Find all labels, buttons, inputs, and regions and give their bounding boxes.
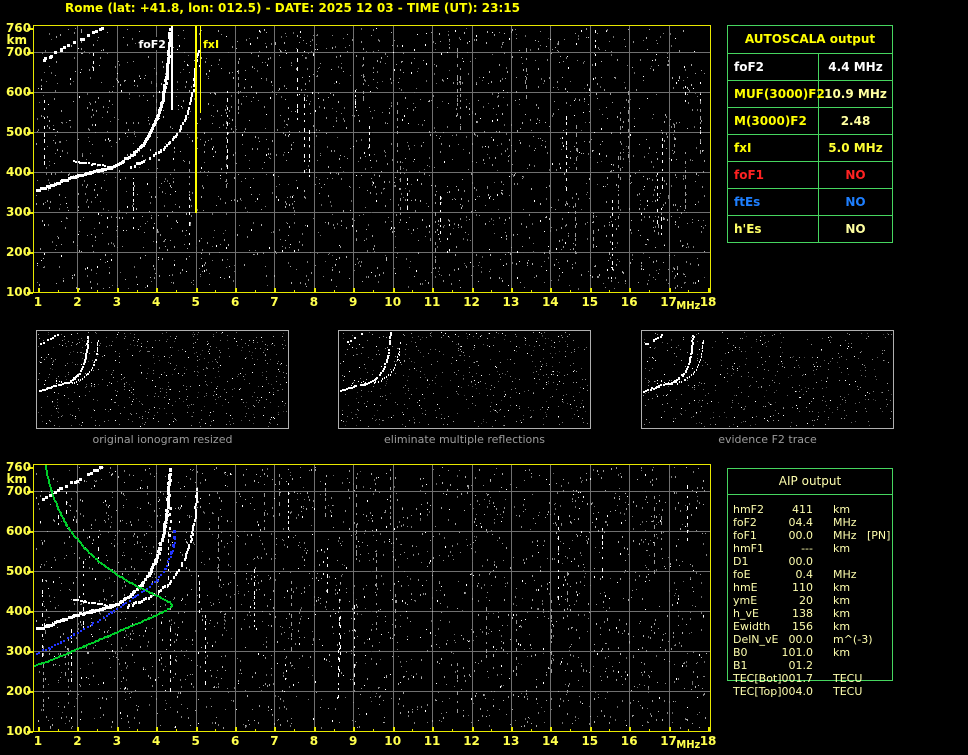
aip-name: ymE xyxy=(733,594,757,607)
thumbnail-caption-evidence: evidence F2 trace xyxy=(641,433,894,446)
aip-row-fof1: 00.0foF1MHz[PN] xyxy=(727,529,891,542)
aip-name: TEC[Top] xyxy=(733,685,782,698)
aip-unit: TECU xyxy=(833,685,862,698)
aip-name: h_vE xyxy=(733,607,759,620)
autoscala-row-m3000f2: M(3000)F2 2.48 xyxy=(728,108,892,135)
aip-row-d1: 00.0D1 xyxy=(727,555,891,568)
aip-row-b1: 01.2B1 xyxy=(727,659,891,672)
autoscala-value: NO xyxy=(819,189,892,215)
autoscala-row-hes: h'Es NO xyxy=(728,216,892,242)
thumbnail-evidence-f2-trace xyxy=(641,330,894,429)
aip-name: foE xyxy=(733,568,751,581)
aip-row-hme: 110hmEkm xyxy=(727,581,891,594)
aip-name: Ewidth xyxy=(733,620,770,633)
autoscala-row-muf3000f2: MUF(3000)F2 10.9 MHz xyxy=(728,81,892,108)
aip-row-tec-bot-: 001.7TEC[Bot]TECU xyxy=(727,672,891,685)
aip-name: hmF2 xyxy=(733,503,764,516)
aip-name: DelN_vE xyxy=(733,633,778,646)
autoscala-row-fxi: fxI 5.0 MHz xyxy=(728,135,892,162)
aip-name: B1 xyxy=(733,659,748,672)
aip-row-hmf2: 411hmF2km xyxy=(727,503,891,516)
scaled-ionogram-plot xyxy=(0,16,722,314)
autoscala-value: 5.0 MHz xyxy=(819,135,892,161)
autoscala-label: h'Es xyxy=(728,216,819,242)
autoscala-label: foF1 xyxy=(728,162,819,188)
autoscala-label: M(3000)F2 xyxy=(728,108,819,134)
thumbnail-caption-eliminate: eliminate multiple reflections xyxy=(338,433,591,446)
aip-unit: MHz xyxy=(833,516,857,529)
aip-name: B0 xyxy=(733,646,748,659)
thumbnail-original-ionogram xyxy=(36,330,289,429)
aip-name: foF1 xyxy=(733,529,757,542)
autoscala-value: 4.4 MHz xyxy=(819,54,892,80)
autoscala-label: foF2 xyxy=(728,54,819,80)
aip-row-deln-ve: 00.0DelN_vEm^(-3) xyxy=(727,633,891,646)
aip-table-header: AIP output xyxy=(728,469,892,495)
aip-unit: km xyxy=(833,594,850,607)
station-date-title: Rome (lat: +41.8, lon: 012.5) - DATE: 20… xyxy=(0,1,585,15)
aip-name: hmE xyxy=(733,581,758,594)
aip-row-ewidth: 156Ewidthkm xyxy=(727,620,891,633)
autoscala-row-ftes: ftEs NO xyxy=(728,189,892,216)
aip-unit: km xyxy=(833,607,850,620)
aip-note: [PN] xyxy=(867,529,890,542)
autoscala-row-fof2: foF2 4.4 MHz xyxy=(728,54,892,81)
autoscala-output-table: AUTOSCALA output foF2 4.4 MHz MUF(3000)F… xyxy=(727,25,893,243)
autoscala-value: 2.48 xyxy=(819,108,892,134)
thumbnail-caption-original: original ionogram resized xyxy=(36,433,289,446)
autoscala-label: MUF(3000)F2 xyxy=(728,81,819,107)
aip-row-h-ve: 138h_vEkm xyxy=(727,607,891,620)
aip-unit: MHz xyxy=(833,529,857,542)
aip-row-yme: 20ymEkm xyxy=(727,594,891,607)
profile-ionogram-plot xyxy=(0,454,722,754)
aip-unit: MHz xyxy=(833,568,857,581)
thumbnail-eliminate-reflections xyxy=(338,330,591,429)
autoscala-label: ftEs xyxy=(728,189,819,215)
aip-name: hmF1 xyxy=(733,542,764,555)
aip-table-rows: 411hmF2km04.4foF2MHz00.0foF1MHz[PN]---hm… xyxy=(727,503,891,698)
aip-row-foe: 0.4foEMHz xyxy=(727,568,891,581)
aip-row-hmf1: ---hmF1km xyxy=(727,542,891,555)
aip-unit: m^(-3) xyxy=(833,633,872,646)
autoscala-row-fof1: foF1 NO xyxy=(728,162,892,189)
aip-name: foF2 xyxy=(733,516,757,529)
aip-unit: km xyxy=(833,646,850,659)
aip-unit: km xyxy=(833,542,850,555)
aip-row-b0: 101.0B0km xyxy=(727,646,891,659)
aip-row-tec-top-: 004.0TEC[Top]TECU xyxy=(727,685,891,698)
aip-unit: km xyxy=(833,581,850,594)
autoscala-value: NO xyxy=(819,162,892,188)
autoscala-ionogram-screen: Rome (lat: +41.8, lon: 012.5) - DATE: 20… xyxy=(0,0,968,755)
autoscala-label: fxI xyxy=(728,135,819,161)
aip-name: TEC[Bot] xyxy=(733,672,782,685)
autoscala-value: 10.9 MHz xyxy=(819,81,892,107)
autoscala-table-header: AUTOSCALA output xyxy=(728,26,892,54)
aip-unit: km xyxy=(833,620,850,633)
aip-unit: km xyxy=(833,503,850,516)
aip-row-fof2: 04.4foF2MHz xyxy=(727,516,891,529)
autoscala-value: NO xyxy=(819,216,892,242)
aip-name: D1 xyxy=(733,555,748,568)
aip-unit: TECU xyxy=(833,672,862,685)
